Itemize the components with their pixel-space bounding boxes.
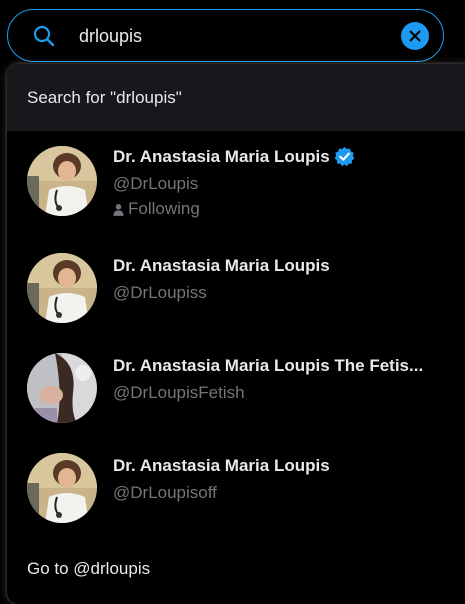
- search-bar-container: [0, 0, 465, 70]
- search-input[interactable]: [79, 22, 379, 50]
- result-name-row: Dr. Anastasia Maria Loupis The Fetis...: [113, 356, 453, 376]
- search-results-dropdown: Search for "drloupis" Dr. Anastasia Mari…: [7, 64, 465, 604]
- search-icon: [33, 25, 55, 47]
- user-result[interactable]: Dr. Anastasia Maria Loupis @DrLoupiss: [7, 244, 465, 344]
- result-name: Dr. Anastasia Maria Loupis: [113, 256, 330, 275]
- go-to-profile-link[interactable]: Go to @drloupis: [27, 559, 150, 579]
- avatar: [27, 253, 97, 323]
- following-indicator: Following: [113, 199, 200, 219]
- search-for-query[interactable]: Search for "drloupis": [7, 64, 465, 131]
- following-label: Following: [128, 199, 200, 218]
- user-result[interactable]: Dr. Anastasia Maria Loupis The Fetis... …: [7, 344, 465, 444]
- result-name: Dr. Anastasia Maria Loupis: [113, 456, 330, 475]
- result-name-row: Dr. Anastasia Maria Loupis: [113, 146, 355, 167]
- result-handle: @DrLoupisoff: [113, 483, 217, 502]
- user-result[interactable]: Dr. Anastasia Maria Loupis @DrLoupis Fol…: [7, 131, 465, 231]
- clear-search-button[interactable]: [401, 22, 429, 50]
- result-name: Dr. Anastasia Maria Loupis The Fetis...: [113, 356, 424, 375]
- result-handle: @DrLoupis: [113, 174, 199, 193]
- result-name: Dr. Anastasia Maria Loupis: [113, 146, 330, 166]
- avatar: [27, 453, 97, 523]
- search-box[interactable]: [7, 9, 444, 62]
- avatar: [27, 146, 97, 216]
- result-name-row: Dr. Anastasia Maria Loupis: [113, 256, 330, 276]
- result-handle: @DrLoupisFetish: [113, 383, 245, 402]
- result-name-row: Dr. Anastasia Maria Loupis: [113, 456, 330, 476]
- verified-badge-icon: [334, 146, 355, 167]
- close-icon: [409, 30, 421, 42]
- result-handle: @DrLoupiss: [113, 283, 207, 302]
- avatar: [27, 353, 97, 423]
- user-result[interactable]: Dr. Anastasia Maria Loupis @DrLoupisoff: [7, 444, 465, 544]
- person-icon: [113, 203, 124, 216]
